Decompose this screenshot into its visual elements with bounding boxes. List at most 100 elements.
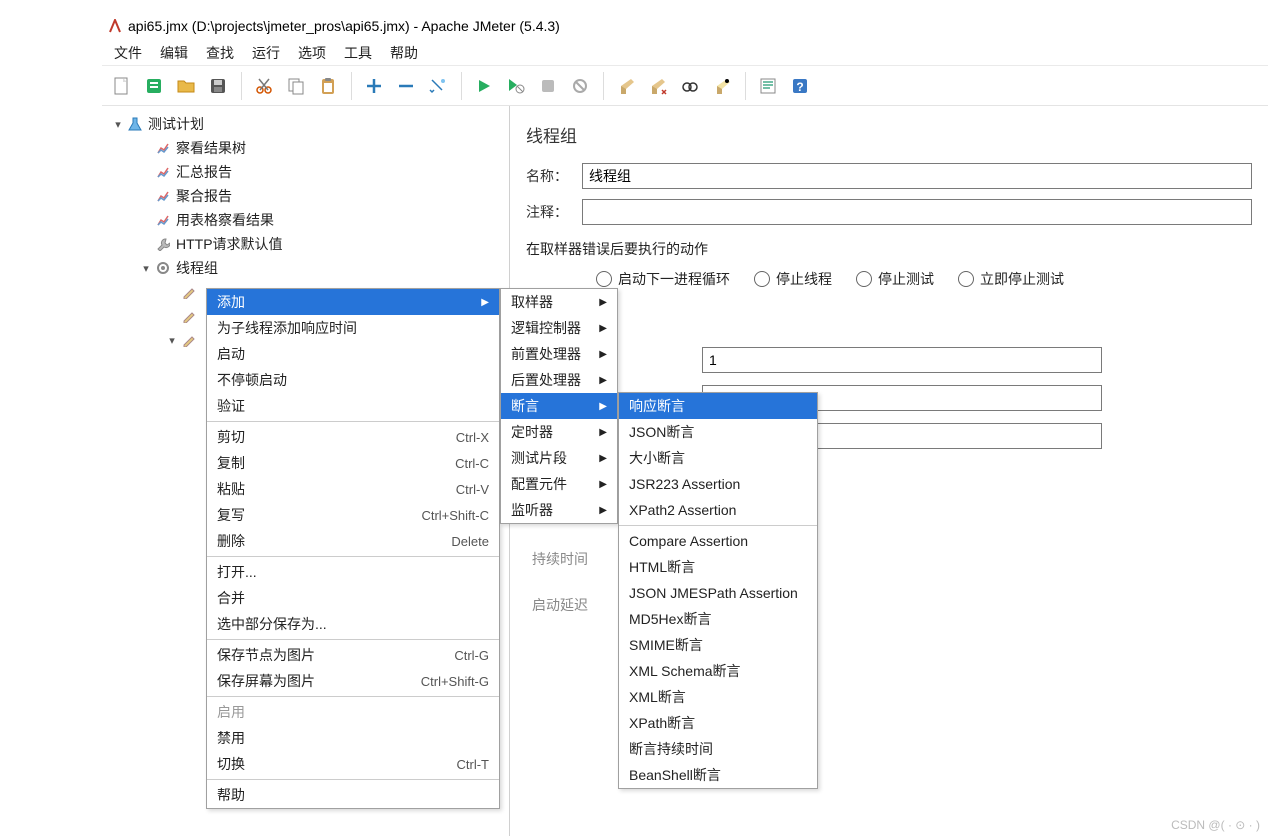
start-button[interactable] bbox=[470, 72, 498, 100]
tree-item[interactable]: 用表格察看结果 bbox=[106, 208, 509, 232]
ctx-save-node-image[interactable]: 保存节点为图片Ctrl-G bbox=[207, 642, 499, 668]
ctx-save-selection[interactable]: 选中部分保存为... bbox=[207, 611, 499, 637]
tree-root[interactable]: ▾ 测试计划 bbox=[106, 112, 509, 136]
error-action-radios: 启动下一进程循环 停止线程 停止测试 立即停止测试 bbox=[596, 269, 1252, 289]
ctx2-assertion[interactable]: 断言▶ bbox=[501, 393, 617, 419]
ctx2-sampler[interactable]: 取样器▶ bbox=[501, 289, 617, 315]
function-helper-button[interactable] bbox=[754, 72, 782, 100]
ctx3-compare-assertion[interactable]: Compare Assertion bbox=[619, 528, 817, 554]
clear-all-button[interactable] bbox=[644, 72, 672, 100]
ctx-add-think-time[interactable]: 为子线程添加响应时间 bbox=[207, 315, 499, 341]
ctx2-config[interactable]: 配置元件▶ bbox=[501, 471, 617, 497]
ctx3-xpath2-assertion[interactable]: XPath2 Assertion bbox=[619, 497, 817, 523]
menu-edit[interactable]: 编辑 bbox=[152, 40, 196, 66]
cut-button[interactable] bbox=[250, 72, 278, 100]
ctx3-json-assertion[interactable]: JSON断言 bbox=[619, 419, 817, 445]
tree-item[interactable]: HTTP请求默认值 bbox=[106, 232, 509, 256]
tree-item[interactable]: 察看结果树 bbox=[106, 136, 509, 160]
ctx3-beanshell-assertion[interactable]: BeanShell断言 bbox=[619, 762, 817, 788]
start-no-timers-button[interactable] bbox=[502, 72, 530, 100]
radio-icon bbox=[754, 271, 770, 287]
menu-separator bbox=[207, 556, 499, 557]
ctx3-md5-assertion[interactable]: MD5Hex断言 bbox=[619, 606, 817, 632]
help-button[interactable]: ? bbox=[786, 72, 814, 100]
ctx-open[interactable]: 打开... bbox=[207, 559, 499, 585]
collapse-button[interactable] bbox=[392, 72, 420, 100]
ctx2-timer[interactable]: 定时器▶ bbox=[501, 419, 617, 445]
toggle-button[interactable] bbox=[424, 72, 452, 100]
ctx-start[interactable]: 启动 bbox=[207, 341, 499, 367]
tree-item-label: HTTP请求默认值 bbox=[176, 234, 283, 254]
ctx-start-no-pause[interactable]: 不停顿启动 bbox=[207, 367, 499, 393]
ctx-toggle[interactable]: 切换Ctrl-T bbox=[207, 751, 499, 777]
ctx-delete[interactable]: 删除Delete bbox=[207, 528, 499, 554]
ctx2-postprocessor[interactable]: 后置处理器▶ bbox=[501, 367, 617, 393]
svg-text:?: ? bbox=[796, 80, 803, 94]
ctx-cut[interactable]: 剪切Ctrl-X bbox=[207, 424, 499, 450]
shutdown-button[interactable] bbox=[566, 72, 594, 100]
new-button[interactable] bbox=[108, 72, 136, 100]
radio-stop-thread[interactable]: 停止线程 bbox=[754, 269, 832, 289]
ctx3-size-assertion[interactable]: 大小断言 bbox=[619, 445, 817, 471]
menu-options[interactable]: 选项 bbox=[290, 40, 334, 66]
ctx-disable[interactable]: 禁用 bbox=[207, 725, 499, 751]
stop-button[interactable] bbox=[534, 72, 562, 100]
menu-file[interactable]: 文件 bbox=[106, 40, 150, 66]
threads-input[interactable] bbox=[702, 347, 1102, 373]
chevron-down-icon[interactable]: ▾ bbox=[110, 118, 126, 131]
ctx3-response-assertion[interactable]: 响应断言 bbox=[619, 393, 817, 419]
menu-separator bbox=[207, 639, 499, 640]
ctx-validate[interactable]: 验证 bbox=[207, 393, 499, 419]
ctx-save-screen-image[interactable]: 保存屏幕为图片Ctrl+Shift-G bbox=[207, 668, 499, 694]
app-icon bbox=[108, 19, 122, 33]
copy-button[interactable] bbox=[282, 72, 310, 100]
radio-stop-now[interactable]: 立即停止测试 bbox=[958, 269, 1064, 289]
ctx-duplicate[interactable]: 复写Ctrl+Shift-C bbox=[207, 502, 499, 528]
open-button[interactable] bbox=[172, 72, 200, 100]
tree-thread-group[interactable]: ▾ 线程组 bbox=[106, 256, 509, 280]
ctx3-smime-assertion[interactable]: SMIME断言 bbox=[619, 632, 817, 658]
clear-button[interactable] bbox=[612, 72, 640, 100]
ctx-help[interactable]: 帮助 bbox=[207, 782, 499, 808]
ctx3-jmespath-assertion[interactable]: JSON JMESPath Assertion bbox=[619, 580, 817, 606]
menu-tools[interactable]: 工具 bbox=[336, 40, 380, 66]
comment-input[interactable] bbox=[582, 199, 1252, 225]
ctx3-xpath-assertion[interactable]: XPath断言 bbox=[619, 710, 817, 736]
ctx3-jsr223-assertion[interactable]: JSR223 Assertion bbox=[619, 471, 817, 497]
ctx-merge[interactable]: 合并 bbox=[207, 585, 499, 611]
ctx-paste[interactable]: 粘贴Ctrl-V bbox=[207, 476, 499, 502]
radio-stop-test[interactable]: 停止测试 bbox=[856, 269, 934, 289]
ctx2-logic[interactable]: 逻辑控制器▶ bbox=[501, 315, 617, 341]
context-menu-3[interactable]: 响应断言 JSON断言 大小断言 JSR223 Assertion XPath2… bbox=[618, 392, 818, 789]
ctx3-xml-assertion[interactable]: XML断言 bbox=[619, 684, 817, 710]
paste-button[interactable] bbox=[314, 72, 342, 100]
ctx2-preprocessor[interactable]: 前置处理器▶ bbox=[501, 341, 617, 367]
tree-item[interactable]: 汇总报告 bbox=[106, 160, 509, 184]
pencil-icon bbox=[180, 307, 198, 325]
chevron-down-icon[interactable]: ▾ bbox=[138, 262, 154, 275]
templates-button[interactable] bbox=[140, 72, 168, 100]
reset-search-button[interactable] bbox=[708, 72, 736, 100]
context-menu-2[interactable]: 取样器▶ 逻辑控制器▶ 前置处理器▶ 后置处理器▶ 断言▶ 定时器▶ 测试片段▶… bbox=[500, 288, 618, 524]
ctx3-duration-assertion[interactable]: 断言持续时间 bbox=[619, 736, 817, 762]
chevron-down-icon[interactable]: ▾ bbox=[164, 334, 180, 347]
submenu-arrow-icon: ▶ bbox=[599, 427, 607, 438]
tree-item[interactable]: 聚合报告 bbox=[106, 184, 509, 208]
save-button[interactable] bbox=[204, 72, 232, 100]
ctx-add[interactable]: 添加▶ bbox=[207, 289, 499, 315]
menu-help[interactable]: 帮助 bbox=[382, 40, 426, 66]
radio-continue[interactable]: 启动下一进程循环 bbox=[596, 269, 730, 289]
search-button[interactable] bbox=[676, 72, 704, 100]
app-window: api65.jmx (D:\projects\jmeter_pros\api65… bbox=[102, 12, 1268, 836]
ctx2-fragment[interactable]: 测试片段▶ bbox=[501, 445, 617, 471]
menu-search[interactable]: 查找 bbox=[198, 40, 242, 66]
context-menu-1[interactable]: 添加▶ 为子线程添加响应时间 启动 不停顿启动 验证 剪切Ctrl-X 复制Ct… bbox=[206, 288, 500, 809]
ctx3-html-assertion[interactable]: HTML断言 bbox=[619, 554, 817, 580]
menubar[interactable]: 文件 编辑 查找 运行 选项 工具 帮助 bbox=[102, 40, 1268, 66]
ctx2-listener[interactable]: 监听器▶ bbox=[501, 497, 617, 523]
name-input[interactable] bbox=[582, 163, 1252, 189]
ctx-copy[interactable]: 复制Ctrl-C bbox=[207, 450, 499, 476]
expand-button[interactable] bbox=[360, 72, 388, 100]
menu-run[interactable]: 运行 bbox=[244, 40, 288, 66]
ctx3-xmlschema-assertion[interactable]: XML Schema断言 bbox=[619, 658, 817, 684]
